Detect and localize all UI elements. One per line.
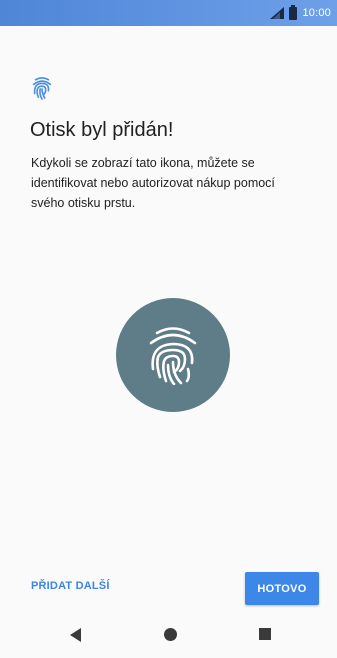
done-button[interactable]: HOTOVO <box>245 572 319 605</box>
navigation-bar <box>0 618 337 658</box>
status-icons: 10:00 <box>270 4 331 21</box>
status-bar: 10:00 <box>0 0 337 26</box>
add-more-button[interactable]: PŘIDAT DALŠÍ <box>31 580 110 592</box>
page-title: Otisk byl přidán! <box>30 119 174 141</box>
battery-icon <box>289 4 298 20</box>
recents-icon[interactable] <box>259 628 271 640</box>
status-time: 10:00 <box>302 7 331 19</box>
fingerprint-badge <box>116 298 230 412</box>
description-text: Kdykoli se zobrazí tato ikona, můžete se… <box>31 156 275 210</box>
fingerprint-large-icon <box>149 327 197 385</box>
signal-icon <box>270 7 285 19</box>
fingerprint-icon <box>32 77 52 100</box>
back-icon[interactable] <box>70 628 81 642</box>
home-icon[interactable] <box>164 628 177 641</box>
